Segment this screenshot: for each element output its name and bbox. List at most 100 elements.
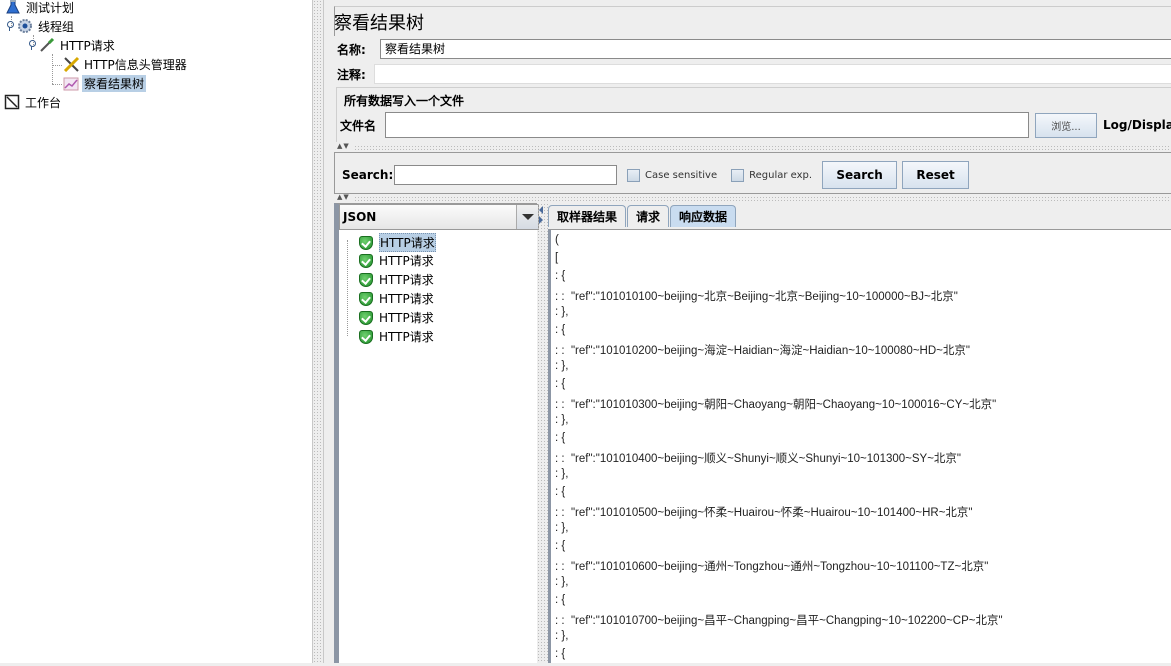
splitter-handle[interactable]	[354, 196, 1171, 201]
main-splitter[interactable]	[312, 0, 324, 663]
collapse-left-icon[interactable]	[539, 206, 543, 214]
response-line: : },	[555, 306, 569, 318]
view-results-tree-panel: 察看结果树 名称: 察看结果树 注释: 所有数据写入一个文件 文件名 浏览...…	[324, 0, 1171, 663]
tab-request[interactable]: 请求	[627, 205, 670, 227]
sample-label: HTTP请求	[379, 330, 434, 344]
tree-node-thread-group[interactable]: 线程组	[5, 17, 76, 35]
sample-item[interactable]: HTTP请求	[359, 290, 434, 307]
write-to-file-legend: 所有数据写入一个文件	[342, 92, 467, 109]
chevron-down-icon[interactable]	[516, 205, 538, 229]
response-line: : : "ref":"101010400~beijing~顺义~Shunyi~顺…	[555, 453, 962, 465]
sample-item[interactable]: HTTP请求	[359, 271, 434, 288]
expand-handle-icon[interactable]	[27, 40, 37, 50]
regex-label: Regular exp.	[749, 169, 813, 181]
comment-row: 注释:	[334, 64, 1171, 84]
response-line: : : "ref":"101010200~beijing~海淀~Haidian~…	[555, 345, 970, 357]
sample-item[interactable]: HTTP请求	[359, 233, 436, 252]
result-tabs: 取样器结果 请求 响应数据	[548, 205, 737, 229]
filename-label: 文件名	[340, 118, 377, 133]
response-line: : : "ref":"101010500~beijing~怀柔~Huairou~…	[555, 507, 973, 519]
success-shield-icon	[359, 329, 373, 344]
response-line: : : "ref":"101010700~beijing~昌平~Changpin…	[555, 615, 1003, 627]
case-sensitive-label: Case sensitive	[645, 169, 718, 181]
response-line: : : "ref":"101010100~beijing~北京~Beijing~…	[555, 291, 958, 303]
test-plan-tree[interactable]: 测试计划 线程组 HTTP请求 HTTP信息头管理器 察看结果树 工作台	[0, 0, 312, 663]
regex-checkbox[interactable]	[731, 168, 745, 182]
tree-node-label: HTTP请求	[60, 38, 115, 53]
reset-button[interactable]: Reset	[902, 161, 970, 189]
case-sensitive-checkbox[interactable]	[627, 168, 640, 182]
http-sampler-pipette-icon	[39, 37, 55, 53]
sample-item[interactable]: HTTP请求	[359, 328, 434, 345]
sample-item[interactable]: HTTP请求	[359, 252, 434, 269]
results-splitter[interactable]	[537, 203, 548, 663]
comment-field[interactable]	[374, 64, 1171, 84]
title-frame	[334, 6, 1171, 36]
response-line: : {	[555, 648, 566, 660]
response-line: : {	[555, 378, 566, 390]
collapse-arrows-icon[interactable]: ▲▼	[337, 193, 350, 201]
response-line: : },	[555, 576, 569, 588]
response-line: : {	[555, 270, 566, 282]
search-row: Search: Case sensitive Regular exp. Sear…	[342, 161, 970, 189]
tree-node-label: HTTP信息头管理器	[84, 57, 187, 72]
success-shield-icon	[359, 272, 373, 287]
thread-group-gear-icon	[17, 18, 33, 34]
collapse-arrows-icon[interactable]: ▲▼	[337, 142, 350, 150]
tree-connector	[52, 54, 53, 84]
response-line: : },	[555, 414, 569, 426]
tree-node-test-plan[interactable]: 测试计划	[5, 0, 76, 16]
success-shield-icon	[359, 253, 373, 268]
tree-node-label: 察看结果树	[82, 74, 147, 92]
sample-item[interactable]: HTTP请求	[359, 309, 434, 326]
name-row: 名称: 察看结果树	[334, 39, 1171, 59]
response-line: [	[555, 252, 559, 264]
search-button[interactable]: Search	[822, 161, 898, 189]
response-line: : {	[555, 324, 566, 336]
renderer-combo[interactable]: JSON	[339, 204, 539, 230]
response-data-view[interactable]: ( [ : { : : "ref":"101010100~beijing~北京~Bei…	[548, 229, 1171, 663]
response-line: (	[555, 234, 559, 246]
tree-node-label: 测试计划	[26, 0, 75, 15]
search-input[interactable]	[394, 165, 617, 185]
test-plan-flask-icon	[5, 0, 21, 15]
name-label: 名称:	[337, 42, 366, 57]
tree-node-http-request[interactable]: HTTP请求	[27, 36, 117, 54]
tab-response-data[interactable]: 响应数据	[670, 205, 737, 227]
workbench-icon	[4, 94, 20, 110]
log-display-label: Log/Display	[1103, 118, 1171, 132]
sample-label: HTTP请求	[379, 311, 434, 325]
sample-label: HTTP请求	[379, 292, 434, 306]
success-shield-icon	[359, 310, 373, 325]
splitter-handle[interactable]	[354, 145, 1171, 150]
response-line: : },	[555, 522, 569, 534]
success-shield-icon	[359, 291, 373, 306]
header-manager-tools-icon	[63, 56, 80, 73]
tree-node-label: 线程组	[38, 19, 75, 34]
filename-field[interactable]	[385, 112, 1029, 138]
filename-row: 文件名 浏览... Log/Display	[340, 112, 1171, 138]
tree-node-label: 工作台	[25, 95, 62, 110]
name-field[interactable]: 察看结果树	[380, 39, 1171, 59]
tree-node-view-results-tree[interactable]: 察看结果树	[63, 74, 147, 92]
tree-connector	[347, 240, 348, 336]
sample-label: HTTP请求	[379, 233, 436, 252]
success-shield-icon	[359, 235, 373, 250]
response-line: : : "ref":"101010600~beijing~通州~Tongzhou…	[555, 561, 989, 573]
response-line: : },	[555, 630, 569, 642]
tree-node-workbench[interactable]: 工作台	[4, 93, 63, 111]
results-tree-chart-icon	[63, 75, 79, 91]
tree-node-header-manager[interactable]: HTTP信息头管理器	[63, 55, 189, 73]
tree-connector	[52, 65, 62, 66]
tab-sampler-result[interactable]: 取样器结果	[548, 205, 627, 227]
renderer-selected: JSON	[343, 210, 377, 224]
browse-button[interactable]: 浏览...	[1035, 112, 1097, 138]
response-line: : },	[555, 468, 569, 480]
response-line: : },	[555, 360, 569, 372]
sample-label: HTTP请求	[379, 273, 434, 287]
search-label: Search:	[342, 168, 394, 182]
collapse-right-icon[interactable]	[539, 216, 543, 224]
expand-handle-icon[interactable]	[5, 21, 15, 31]
sample-label: HTTP请求	[379, 254, 434, 268]
comment-label: 注释:	[337, 67, 366, 82]
